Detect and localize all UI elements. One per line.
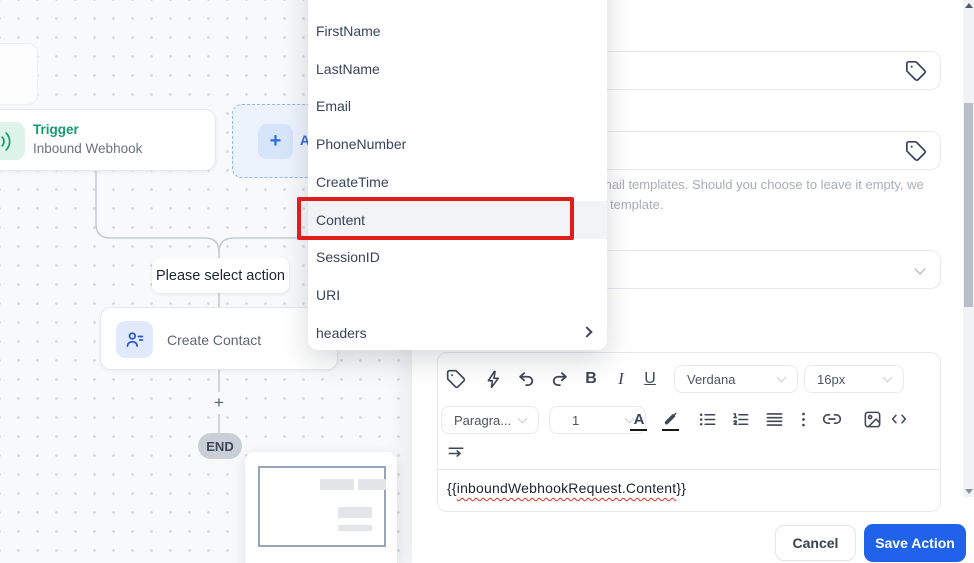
trigger-node-subtitle: Inbound Webhook [33,141,143,156]
variables-dropdown: FirstName LastName Email PhoneNumber Cre… [308,0,607,350]
font-size-value: 16px [817,371,846,387]
text-color-label: A [633,410,645,428]
scroll-up-icon[interactable] [965,3,973,8]
dropdown-item-lastname[interactable]: LastName [308,50,607,88]
tag-icon[interactable] [445,368,467,390]
font-family-select[interactable]: Verdana [674,365,798,393]
numbered-list-icon[interactable] [729,408,751,430]
line-height-value: 1 [572,412,580,428]
variable-suffix: }} [676,480,687,496]
dropdown-item-firstname[interactable]: FirstName [308,12,607,50]
dropdown-item-email[interactable]: Email [308,87,607,125]
plus-icon: + [258,124,293,159]
font-size-select[interactable]: 16px [804,365,904,393]
minimap-bar [338,507,372,518]
dropdown-item-headers-label: headers [316,325,367,341]
code-icon[interactable] [888,408,910,430]
lightning-icon[interactable] [482,368,504,390]
select-action-label: Please select action [152,258,289,293]
color-bar [630,428,647,431]
dropdown-item-phonenumber[interactable]: PhoneNumber [308,125,607,163]
highlight-color-button[interactable] [660,408,682,431]
insert-step-plus-icon[interactable]: + [206,392,232,414]
highlight-bar [662,428,679,431]
webhook-trigger-icon [0,122,25,160]
tag-icon[interactable] [905,140,927,162]
partial-node [0,43,38,105]
font-family-value: Verdana [687,371,736,387]
variable-token: inboundWebhookRequest.Content [456,480,677,496]
chevron-down-icon [776,372,787,383]
chevron-right-icon [581,326,593,338]
dropdown-item-headers[interactable]: headers [308,314,607,352]
paragraph-select[interactable]: Paragra... [441,406,539,434]
scroll-down-icon[interactable] [965,489,973,494]
more-options-icon[interactable] [792,408,814,430]
trigger-node-title: Trigger [33,122,79,137]
create-contact-label: Create Contact [167,332,262,348]
redo-icon[interactable] [548,368,570,390]
tag-icon[interactable] [905,60,927,82]
paragraph-value: Paragra... [454,412,512,428]
end-badge: END [198,433,242,459]
trigger-node[interactable]: Trigger Inbound Webhook [0,109,216,171]
chevron-down-icon [914,263,926,275]
minimap-bar [320,479,354,490]
rich-text-editor[interactable]: B I U Verdana 16px Paragra... 1 A {{inbo… [437,352,941,512]
scrollbar[interactable] [963,0,974,497]
link-icon[interactable] [821,408,843,430]
editor-content[interactable]: {{inboundWebhookRequest.Content}} [447,480,686,496]
dropdown-item-sessionid[interactable]: SessionID [308,238,607,276]
bold-button[interactable]: B [580,368,602,390]
italic-button[interactable]: I [610,368,632,390]
dropdown-item-createtime[interactable]: CreateTime [308,163,607,201]
dropdown-item-uri[interactable]: URI [308,276,607,314]
helper-text-line2: template. [610,197,664,212]
bullet-list-icon[interactable] [696,408,718,430]
scrollbar-thumb[interactable] [964,103,973,307]
annotation-highlight-rect [297,197,574,240]
chevron-down-icon [882,372,893,383]
text-color-button[interactable]: A [628,408,650,431]
editor-divider [438,469,940,470]
chevron-down-icon [517,413,528,424]
minimap-bar [358,479,386,490]
align-justify-icon[interactable] [763,408,785,430]
image-icon[interactable] [861,408,883,430]
minimap-card[interactable] [245,452,397,563]
text-direction-icon[interactable] [445,441,467,463]
variable-prefix: {{ [447,480,457,496]
cancel-button[interactable]: Cancel [775,525,856,561]
underline-button[interactable]: U [639,368,661,390]
create-contact-node[interactable]: Create Contact [100,307,338,370]
minimap-bar [338,525,372,531]
contact-icon [116,321,153,358]
undo-icon[interactable] [515,368,537,390]
save-action-button[interactable]: Save Action [864,524,966,562]
helper-text-line1: mail templates. Should you choose to lea… [601,177,924,192]
